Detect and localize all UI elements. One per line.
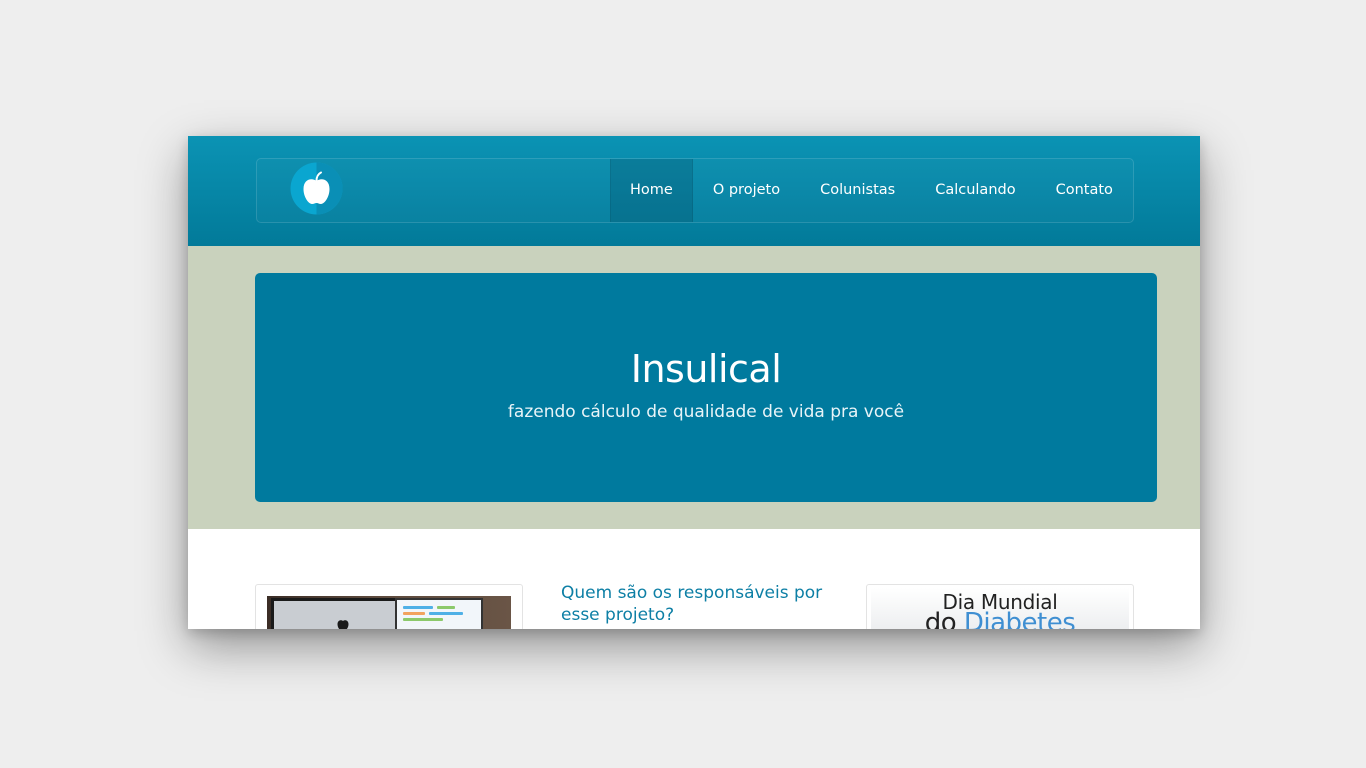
navbar: Home O projeto Colunistas Calculando Con…	[256, 158, 1134, 223]
apple-logo-icon	[337, 620, 349, 629]
chart-bar	[403, 618, 443, 621]
apple-icon[interactable]	[290, 162, 343, 215]
nav-item-colunistas[interactable]: Colunistas	[800, 159, 915, 222]
article-thumbnail[interactable]	[255, 584, 523, 629]
nav-menu: Home O projeto Colunistas Calculando Con…	[610, 159, 1133, 222]
chart-bar	[429, 612, 463, 615]
banner-line2: do Diabetes	[871, 608, 1129, 629]
nav-item-contato[interactable]: Contato	[1036, 159, 1133, 222]
article-title-link[interactable]: Quem são os responsáveis por esse projet…	[561, 582, 831, 626]
banner-line2-prefix: do	[924, 608, 957, 629]
article-image	[267, 596, 511, 629]
hero-box: Insulical fazendo cálculo de qualidade d…	[255, 273, 1157, 502]
nav-item-calculando[interactable]: Calculando	[915, 159, 1035, 222]
chart-bar	[437, 606, 455, 609]
tablet-illustration	[395, 598, 483, 629]
browser-viewport: Home O projeto Colunistas Calculando Con…	[188, 136, 1200, 629]
diabetes-day-banner[interactable]: Dia Mundial do Diabetes	[866, 584, 1134, 629]
hero-section: Insulical fazendo cálculo de qualidade d…	[188, 246, 1200, 529]
hero-title: Insulical	[630, 347, 782, 391]
chart-bar	[403, 606, 433, 609]
banner-image: Dia Mundial do Diabetes	[871, 588, 1129, 629]
nav-item-o-projeto[interactable]: O projeto	[693, 159, 800, 222]
site-header: Home O projeto Colunistas Calculando Con…	[188, 136, 1200, 246]
hero-subtitle: fazendo cálculo de qualidade de vida pra…	[507, 402, 905, 422]
chart-bar	[403, 612, 425, 615]
content-section: Quem são os responsáveis por esse projet…	[188, 529, 1200, 629]
nav-item-home[interactable]: Home	[610, 159, 693, 222]
banner-line2-accent: Diabetes	[963, 608, 1076, 629]
